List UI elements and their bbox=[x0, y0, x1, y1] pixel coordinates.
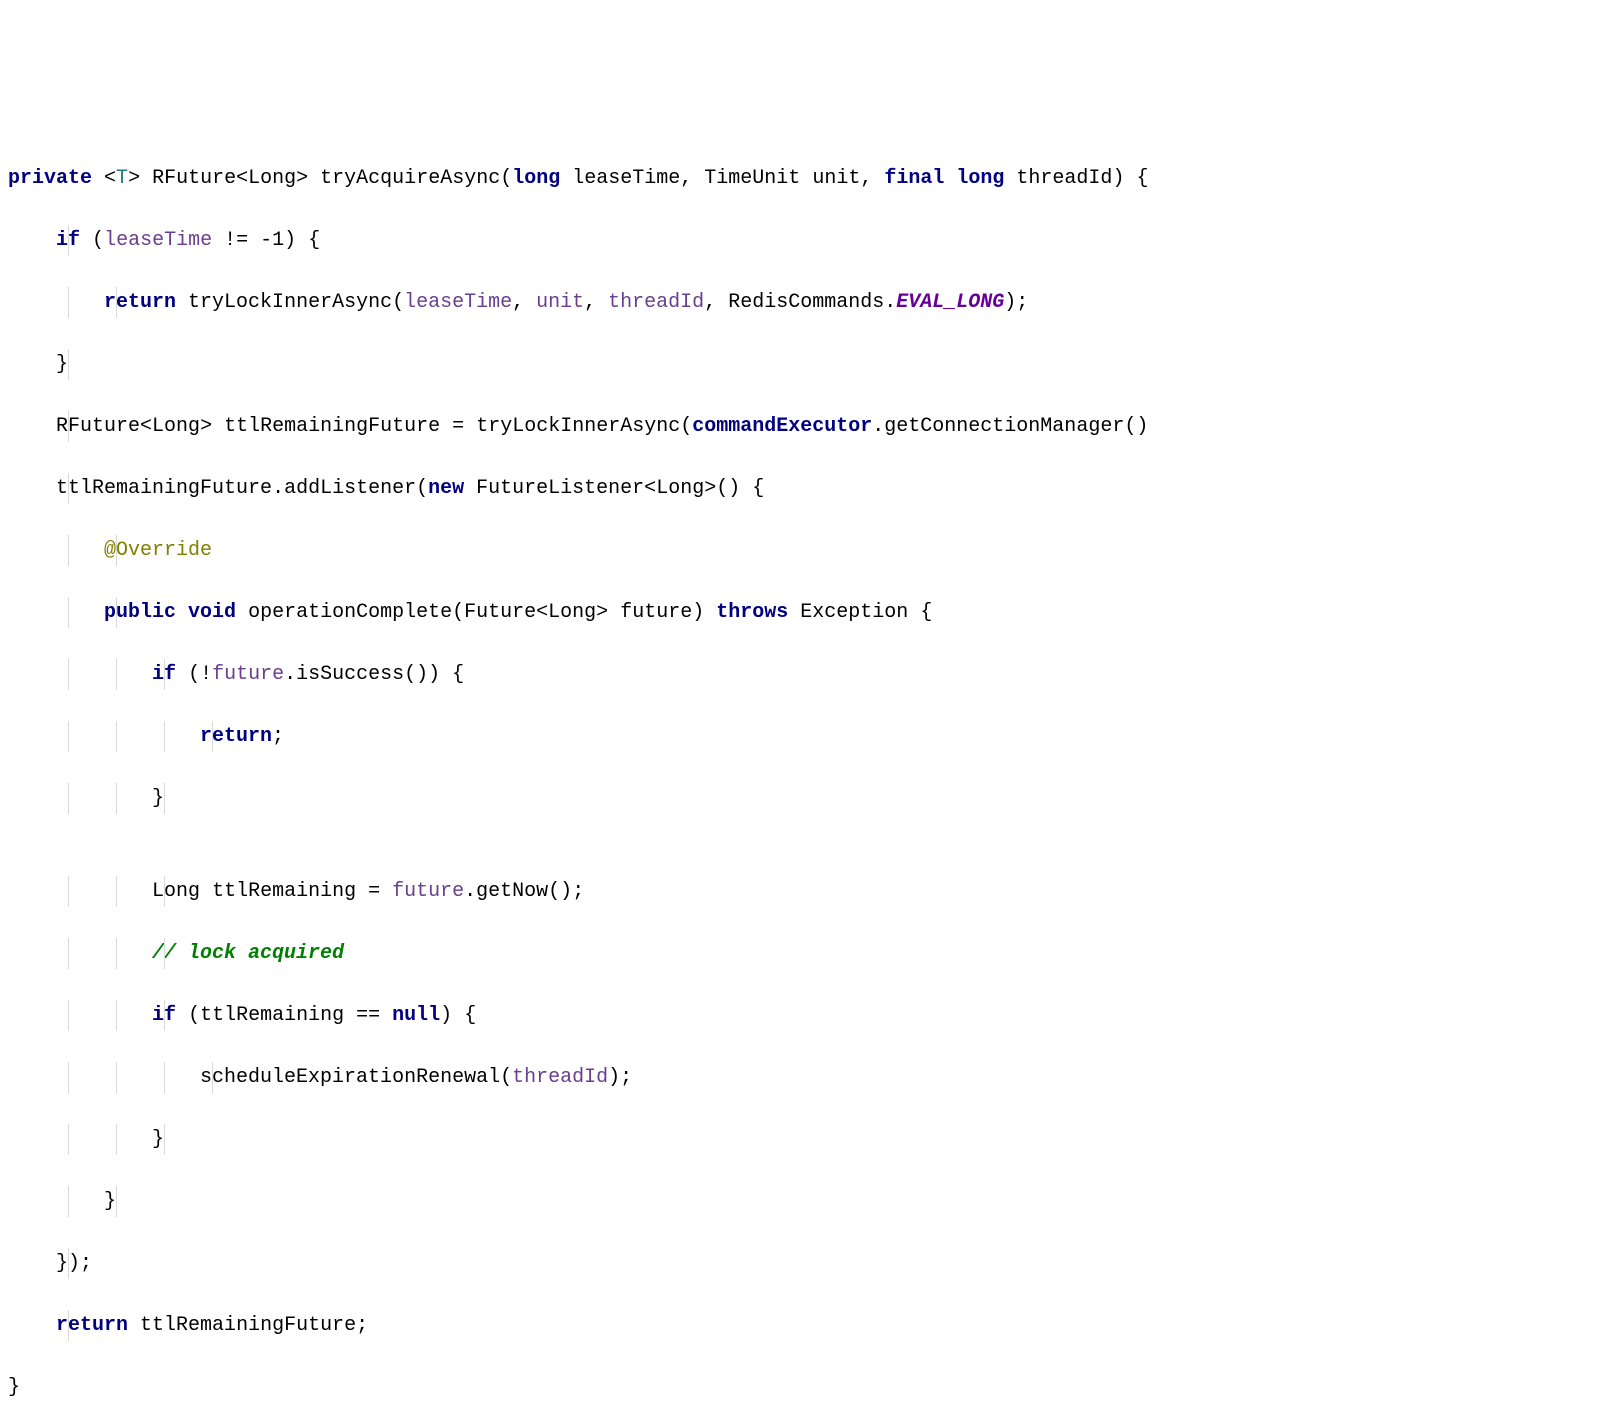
keyword-private: private bbox=[8, 167, 92, 190]
code-line: } bbox=[8, 349, 1605, 380]
code-line: Long ttlRemaining = future.getNow(); bbox=[8, 876, 1605, 907]
code-line: ttlRemainingFuture.addListener(new Futur… bbox=[8, 473, 1605, 504]
code-line: return tryLockInnerAsync(leaseTime, unit… bbox=[8, 287, 1605, 318]
keyword-final: final bbox=[884, 167, 944, 190]
method-name: tryAcquireAsync bbox=[320, 167, 500, 190]
code-block: private <T> RFuture<Long> tryAcquireAsyn… bbox=[8, 132, 1605, 1404]
keyword-void: void bbox=[188, 601, 236, 624]
param-future: future bbox=[212, 663, 284, 686]
code-line: } bbox=[8, 783, 1605, 814]
keyword-long: long bbox=[512, 167, 560, 190]
code-line: scheduleExpirationRenewal(threadId); bbox=[8, 1062, 1605, 1093]
code-line: if (!future.isSuccess()) { bbox=[8, 659, 1605, 690]
code-line: if (leaseTime != -1) { bbox=[8, 225, 1605, 256]
keyword-public: public bbox=[104, 601, 176, 624]
param-threadId: threadId bbox=[512, 1066, 608, 1089]
code-line: // lock acquired bbox=[8, 938, 1605, 969]
keyword-return: return bbox=[104, 291, 176, 314]
type-parameter: T bbox=[116, 167, 128, 190]
type-rfuture: RFuture bbox=[152, 167, 236, 190]
keyword-throws: throws bbox=[716, 601, 788, 624]
code-line: } bbox=[8, 1186, 1605, 1217]
code-line: RFuture<Long> ttlRemainingFuture = tryLo… bbox=[8, 411, 1605, 442]
code-line: if (ttlRemaining == null) { bbox=[8, 1000, 1605, 1031]
keyword-new: new bbox=[428, 477, 464, 500]
code-line: } bbox=[8, 1124, 1605, 1155]
static-field-eval-long: EVAL_LONG bbox=[896, 291, 1004, 314]
code-line: @Override bbox=[8, 535, 1605, 566]
code-line: } bbox=[8, 1372, 1605, 1403]
param-leaseTime: leaseTime bbox=[104, 229, 212, 252]
code-line: return ttlRemainingFuture; bbox=[8, 1310, 1605, 1341]
annotation-override: @Override bbox=[104, 539, 212, 562]
code-line: public void operationComplete(Future<Lon… bbox=[8, 597, 1605, 628]
code-line: }); bbox=[8, 1248, 1605, 1279]
keyword-null: null bbox=[392, 1004, 440, 1027]
comment: // lock acquired bbox=[152, 942, 344, 965]
code-line: return; bbox=[8, 721, 1605, 752]
field-commandExecutor: commandExecutor bbox=[692, 415, 872, 438]
code-line: private <T> RFuture<Long> tryAcquireAsyn… bbox=[8, 163, 1605, 194]
